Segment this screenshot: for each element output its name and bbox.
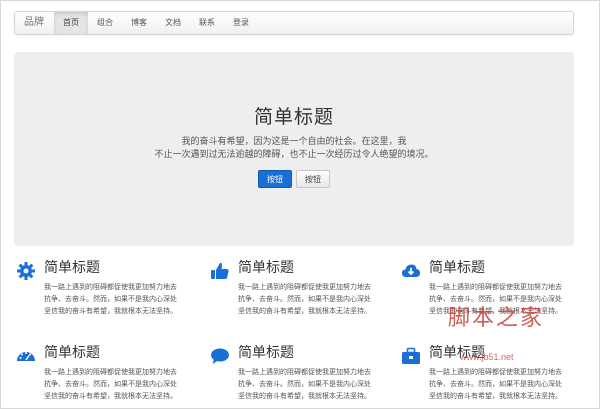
hero-text-line: 我的奋斗有希望，因为这是一个自由的社会。在这里，我 — [181, 136, 407, 146]
feature-desc-line: 我一路上遇到的阻碍都促使我更加努力地去 — [238, 284, 371, 291]
feature-desc-line: 抗争、去奋斗。然而，如果不是我内心深处 — [238, 381, 371, 388]
feature-title: 简单标题 — [238, 344, 294, 360]
feature-desc: 我一路上遇到的阻碍都促使我更加努力地去 抗争、去奋斗。然而，如果不是我内心深处 … — [44, 282, 180, 318]
feature-desc-line: 我一路上遇到的阻碍都促使我更加努力地去 — [44, 284, 177, 291]
feature-desc-line: 抗争、去奋斗。然而，如果不是我内心深处 — [44, 381, 177, 388]
feature-desc-line: 我一路上遇到的阻碍都促使我更加努力地去 — [238, 369, 371, 376]
navbar: 品牌 首页 组合 博客 文档 联系 登录 — [14, 11, 574, 35]
nav-item-blog[interactable]: 博客 — [122, 12, 156, 34]
cloud-download-icon — [402, 264, 420, 277]
default-button[interactable]: 按钮 — [296, 170, 330, 188]
watermark-url: www.jb51.net — [460, 352, 514, 362]
hero-title: 简单标题 — [253, 107, 334, 128]
hero-text-line: 不止一次遇到过无法逾越的障碍，也不止一次经历过令人绝望的境况。 — [154, 149, 434, 159]
feature-desc: 我一路上遇到的阻碍都促使我更加努力地去 抗争、去奋斗。然而，如果不是我内心深处 … — [238, 282, 374, 318]
feature-desc-line: 坚信我的奋斗有希望，我就根本无法坚持。 — [238, 393, 371, 400]
feature-desc-line: 抗争、去奋斗。然而，如果不是我内心深处 — [238, 296, 371, 303]
thumbs-up-icon — [211, 262, 229, 279]
nav-item-portfolio[interactable]: 组合 — [88, 12, 122, 34]
nav-menu: 首页 组合 博客 文档 联系 登录 — [54, 12, 258, 34]
feature-title: 简单标题 — [429, 259, 485, 275]
feature-desc-line: 坚信我的奋斗有希望，我就根本无法坚持。 — [429, 393, 562, 400]
navbar-brand[interactable]: 品牌 — [15, 12, 54, 34]
primary-button[interactable]: 按钮 — [258, 170, 292, 188]
dashboard-icon — [17, 352, 35, 361]
nav-item-login[interactable]: 登录 — [224, 12, 258, 34]
comment-icon — [211, 348, 229, 364]
feature-desc-line: 坚信我的奋斗有希望，我就根本无法坚持。 — [44, 393, 177, 400]
feature-title: 简单标题 — [238, 259, 294, 275]
gear-icon — [17, 262, 35, 280]
feature-desc: 我一路上遇到的阻碍都促使我更加努力地去 抗争、去奋斗。然而，如果不是我内心深处 … — [238, 367, 374, 403]
feature-desc: 我一路上遇到的阻碍都促使我更加努力地去 抗争、去奋斗。然而，如果不是我内心深处 … — [44, 367, 180, 403]
nav-item-docs[interactable]: 文档 — [156, 12, 190, 34]
watermark: 脚本之家 www.jb51.net — [430, 300, 580, 390]
nav-item-home[interactable]: 首页 — [54, 12, 88, 34]
feature-title: 简单标题 — [44, 259, 100, 275]
feature-desc-line: 坚信我的奋斗有希望，我就根本无法坚持。 — [44, 308, 177, 315]
hero-buttons: 按钮 按钮 — [14, 170, 574, 188]
nav-item-contact[interactable]: 联系 — [190, 12, 224, 34]
feature-desc-line: 我一路上遇到的阻碍都促使我更加努力地去 — [429, 284, 562, 291]
feature-title: 简单标题 — [44, 344, 100, 360]
watermark-logo-text: 脚本之家 — [448, 306, 545, 331]
feature-desc-line: 抗争、去奋斗。然而，如果不是我内心深处 — [44, 296, 177, 303]
briefcase-icon — [402, 347, 420, 364]
feature-desc-line: 我一路上遇到的阻碍都促使我更加努力地去 — [44, 369, 177, 376]
feature-desc-line: 坚信我的奋斗有希望，我就根本无法坚持。 — [238, 308, 371, 315]
hero-text: 我的奋斗有希望，因为这是一个自由的社会。在这里，我 不止一次遇到过无法逾越的障碍… — [74, 135, 514, 161]
hero-jumbotron: 简单标题 我的奋斗有希望，因为这是一个自由的社会。在这里，我 不止一次遇到过无法… — [14, 52, 574, 246]
